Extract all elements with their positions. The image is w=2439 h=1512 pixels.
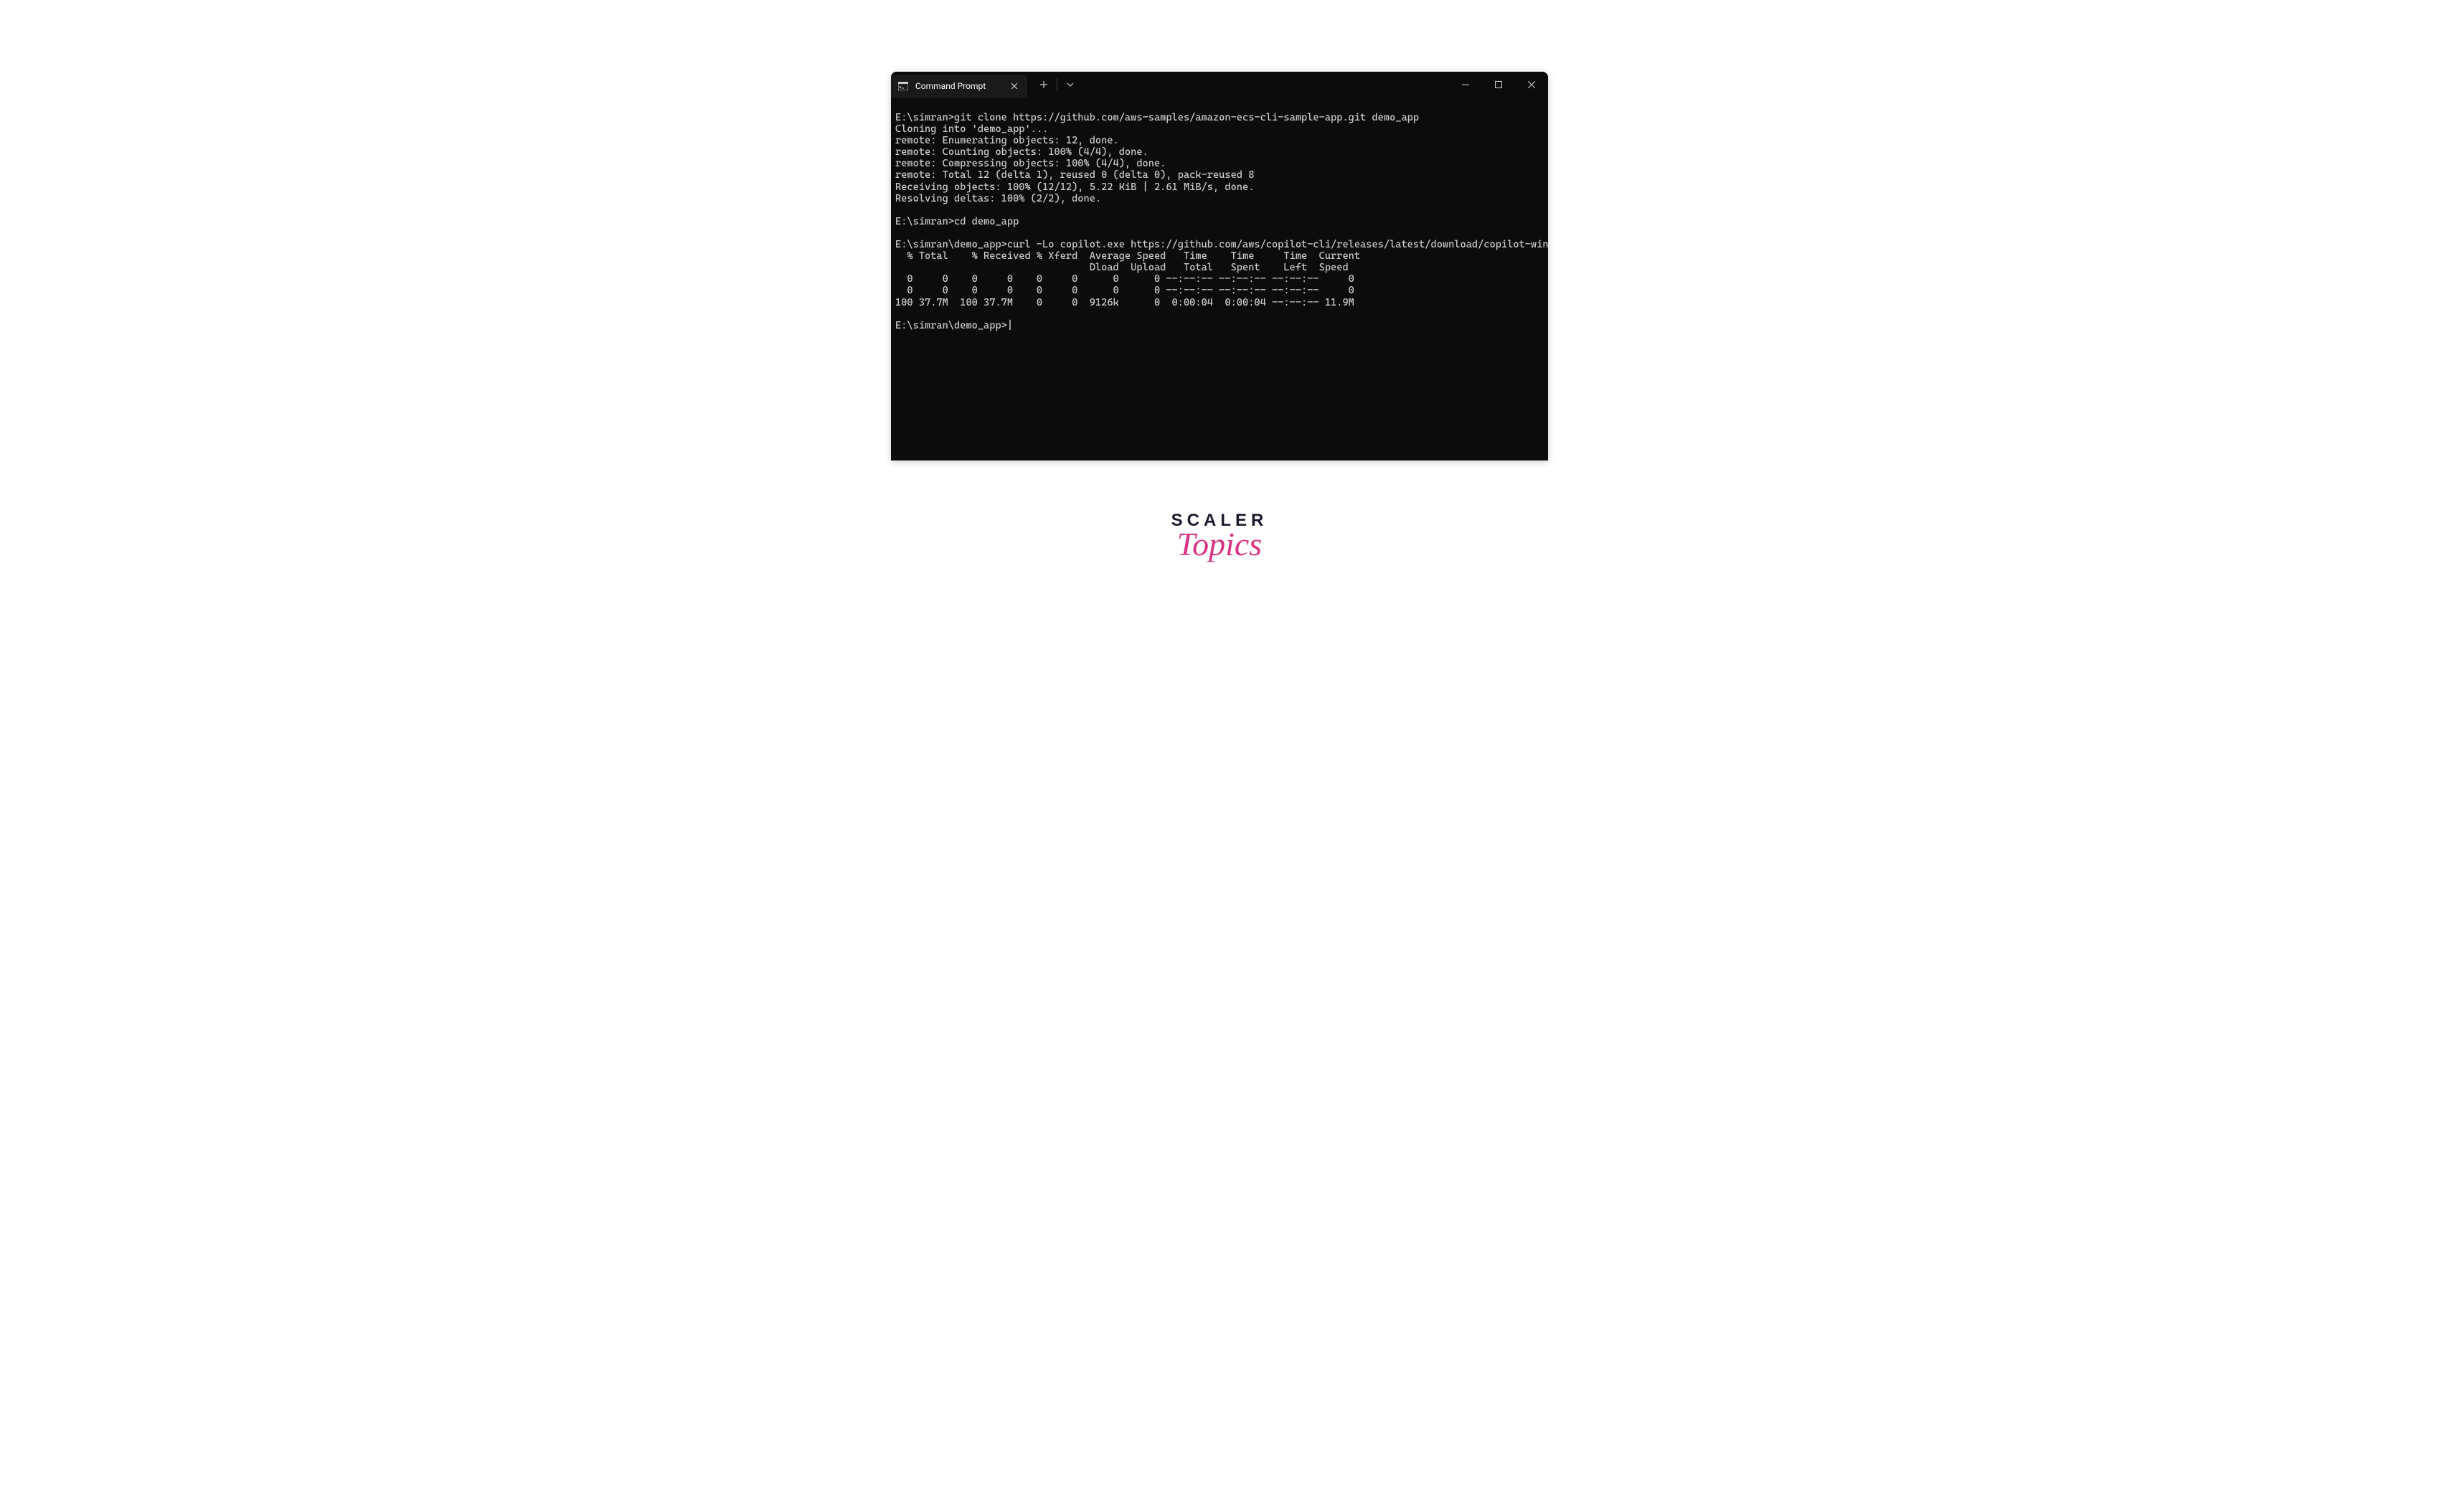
- terminal-window: Command Prompt: [891, 72, 1548, 460]
- terminal-line: Resolving deltas: 100% (2/2), done.: [895, 193, 1544, 204]
- terminal-line: remote: Counting objects: 100% (4/4), do…: [895, 146, 1544, 158]
- terminal-line: 0 0 0 0 0 0 0 0 --:--:-- --:--:-- --:--:…: [895, 285, 1544, 296]
- watermark-logo: SCALER Topics: [1171, 511, 1268, 563]
- new-tab-button[interactable]: [1031, 72, 1057, 98]
- command-prompt-icon: [898, 81, 908, 91]
- tab-dropdown-button[interactable]: [1057, 72, 1083, 98]
- terminal-line: % Total % Received % Xferd Average Speed…: [895, 250, 1544, 262]
- maximize-button[interactable]: [1482, 72, 1515, 98]
- close-button[interactable]: [1515, 72, 1548, 98]
- tab-close-button[interactable]: [1009, 80, 1020, 92]
- terminal-line: Receiving objects: 100% (12/12), 5.22 Ki…: [895, 181, 1544, 193]
- watermark-line2: Topics: [1177, 525, 1262, 563]
- terminal-line: Cloning into 'demo_app'...: [895, 123, 1544, 135]
- terminal-line: E:\simran\demo_app>curl -Lo copilot.exe …: [895, 239, 1544, 250]
- terminal-line: Dload Upload Total Spent Left Speed: [895, 262, 1544, 273]
- terminal-line: E:\simran>cd demo_app: [895, 216, 1544, 227]
- terminal-line: [895, 308, 1544, 320]
- terminal-line: remote: Enumerating objects: 12, done.: [895, 135, 1544, 146]
- tab-title: Command Prompt: [915, 81, 1001, 91]
- minimize-button[interactable]: [1449, 72, 1482, 98]
- terminal-line: [895, 227, 1544, 239]
- terminal-output[interactable]: E:\simran>git clone https://github.com/a…: [891, 98, 1548, 460]
- terminal-line: remote: Total 12 (delta 1), reused 0 (de…: [895, 169, 1544, 181]
- terminal-line: remote: Compressing objects: 100% (4/4),…: [895, 158, 1544, 169]
- terminal-line: 100 37.7M 100 37.7M 0 0 9126k 0 0:00:04 …: [895, 297, 1544, 308]
- title-bar-left: Command Prompt: [891, 72, 1083, 98]
- title-bar: Command Prompt: [891, 72, 1548, 98]
- title-controls: [1031, 72, 1083, 98]
- terminal-tab[interactable]: Command Prompt: [891, 75, 1027, 98]
- terminal-line: E:\simran\demo_app>|: [895, 320, 1544, 331]
- terminal-line: [895, 204, 1544, 216]
- window-controls: [1449, 72, 1548, 98]
- terminal-line: E:\simran>git clone https://github.com/a…: [895, 112, 1544, 123]
- terminal-line: 0 0 0 0 0 0 0 0 --:--:-- --:--:-- --:--:…: [895, 273, 1544, 285]
